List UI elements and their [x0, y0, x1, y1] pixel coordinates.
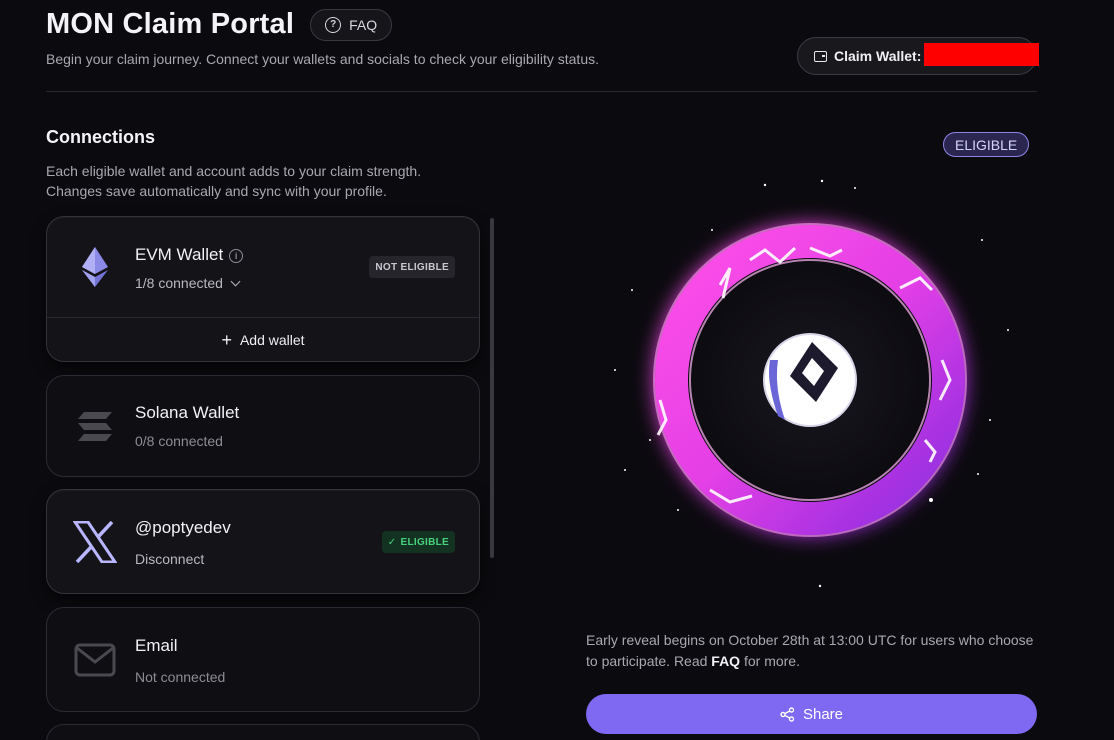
- solana-icon: [73, 405, 117, 449]
- eligibility-status-pill: ELIGIBLE: [943, 132, 1030, 157]
- redacted-address: [924, 43, 1039, 66]
- x-account-handle: @poptyedev: [135, 518, 231, 537]
- evm-wallet-status-dropdown[interactable]: 1/8 connected: [135, 275, 241, 291]
- connections-description: Each eligible wallet and account adds to…: [46, 161, 466, 201]
- info-icon[interactable]: i: [229, 248, 244, 263]
- share-button[interactable]: Share: [586, 694, 1037, 734]
- solana-wallet-status: 0/8 connected: [135, 433, 223, 449]
- add-wallet-button[interactable]: + Add wallet: [47, 317, 479, 361]
- connections-desc-line-2: Changes save automatically and sync with…: [46, 183, 387, 199]
- plus-icon: +: [221, 329, 232, 350]
- early-reveal-text: Early reveal begins on October 28th at 1…: [586, 632, 1034, 669]
- header-divider: [46, 91, 1037, 92]
- disconnect-link[interactable]: Disconnect: [135, 551, 204, 567]
- evm-not-eligible-badge: NOT ELIGIBLE: [369, 256, 455, 278]
- faq-link[interactable]: FAQ: [711, 653, 740, 669]
- evm-wallet-card: EVM Wallet i 1/8 connected NOT ELIGIBLE +…: [46, 216, 480, 362]
- faq-button[interactable]: ? FAQ: [310, 8, 393, 41]
- question-icon: ?: [325, 16, 342, 33]
- evm-wallet-name: EVM Wallet i: [135, 245, 244, 265]
- share-icon: [780, 706, 795, 722]
- page-subtitle: Begin your claim journey. Connect your w…: [46, 51, 599, 67]
- claim-portal-page: MON Claim Portal ? FAQ Begin your claim …: [0, 0, 1114, 740]
- claim-wallet-label: Claim Wallet:: [834, 48, 922, 64]
- connections-desc-line-1: Each eligible wallet and account adds to…: [46, 163, 422, 179]
- faq-label: FAQ: [349, 16, 378, 33]
- page-title: MON Claim Portal: [46, 8, 295, 40]
- wallet-icon: [814, 50, 827, 62]
- email-name: Email: [135, 636, 178, 655]
- title-row: MON Claim Portal ? FAQ: [46, 8, 393, 41]
- mail-icon: [73, 638, 117, 682]
- x-logo-icon: [73, 520, 117, 564]
- email-card[interactable]: Email Not connected: [46, 607, 480, 712]
- ethereum-icon: [73, 245, 117, 289]
- eligible-badge: ✓ ELIGIBLE: [381, 531, 455, 553]
- solana-wallet-name: Solana Wallet: [135, 403, 240, 422]
- add-wallet-label: Add wallet: [239, 331, 305, 348]
- check-icon: ✓: [387, 536, 397, 548]
- next-card-partial[interactable]: [46, 724, 480, 740]
- connections-title: Connections: [46, 127, 156, 147]
- eligibility-orb-illustration: [580, 165, 1040, 600]
- connections-scrollbar[interactable]: [490, 218, 494, 558]
- chevron-down-icon: [230, 276, 241, 287]
- email-status: Not connected: [135, 669, 226, 685]
- solana-wallet-card[interactable]: Solana Wallet 0/8 connected: [46, 375, 480, 477]
- share-label: Share: [802, 705, 844, 723]
- x-account-card: @poptyedev Disconnect ✓ ELIGIBLE: [46, 489, 480, 594]
